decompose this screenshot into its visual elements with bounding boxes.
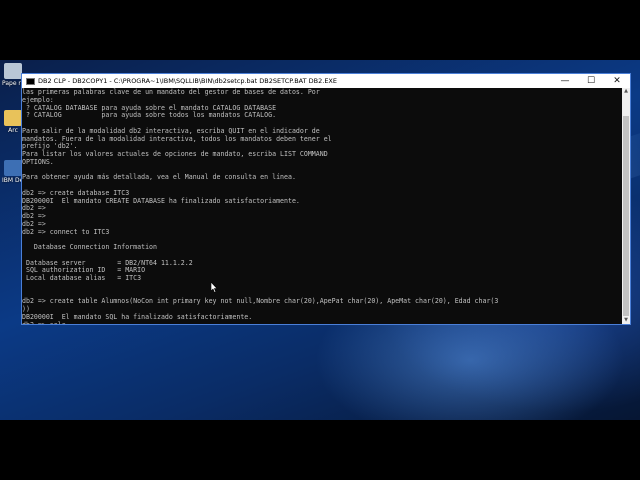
window-titlebar[interactable]: DB2 CLP - DB2COPY1 - C:\PROGRA~1\IBM\SQL… [22, 74, 630, 88]
window-title: DB2 CLP - DB2COPY1 - C:\PROGRA~1\IBM\SQL… [38, 77, 337, 85]
folder-icon [4, 110, 22, 126]
ibm-app-icon [4, 160, 22, 176]
console-line: db2 => create table Alumnos(NoCon int pr… [22, 297, 499, 306]
scroll-down-icon[interactable]: ▼ [622, 317, 630, 324]
db2-clp-window: DB2 CLP - DB2COPY1 - C:\PROGRA~1\IBM\SQL… [21, 73, 631, 325]
console-line: las primeras palabras clave de un mandat… [22, 88, 320, 96]
console-line: DB20000I El mandato CREATE DATABASE ha f… [22, 196, 300, 205]
console-line: db2 => sele [22, 321, 622, 324]
scroll-up-icon[interactable]: ▲ [622, 88, 630, 95]
vertical-scrollbar[interactable]: ▲ ▼ [622, 88, 630, 324]
console-line: db2 => [22, 204, 46, 213]
recycle-bin-icon [4, 63, 22, 79]
scrollbar-thumb[interactable] [623, 116, 629, 316]
console-line: db2 => connect to ITC3 [22, 227, 110, 236]
console-line: OPTIONS. [22, 157, 54, 166]
console-line: Para listar los valores actuales de opci… [22, 150, 328, 158]
console-line: Para obtener ayuda más detallada, vea el… [22, 173, 296, 182]
console-line: db2 => [22, 219, 46, 228]
console-line: DB20000I El mandato SQL ha finalizado sa… [22, 312, 253, 321]
console-line: mandatos. Fuera de la modalidad interact… [22, 134, 332, 143]
console-line: Local database alias = ITC3 [22, 274, 142, 282]
console-app-icon [26, 77, 35, 85]
minimize-button[interactable]: — [552, 74, 578, 88]
console-line: db2 => [22, 212, 46, 220]
console-output[interactable]: las primeras palabras clave de un mandat… [22, 88, 622, 324]
console-line: Database Connection Information [22, 243, 157, 251]
close-button[interactable]: ✕ [604, 74, 630, 88]
console-line: ? CATALOG para ayuda sobre todos los man… [22, 111, 277, 120]
maximize-button[interactable]: ☐ [578, 74, 604, 88]
